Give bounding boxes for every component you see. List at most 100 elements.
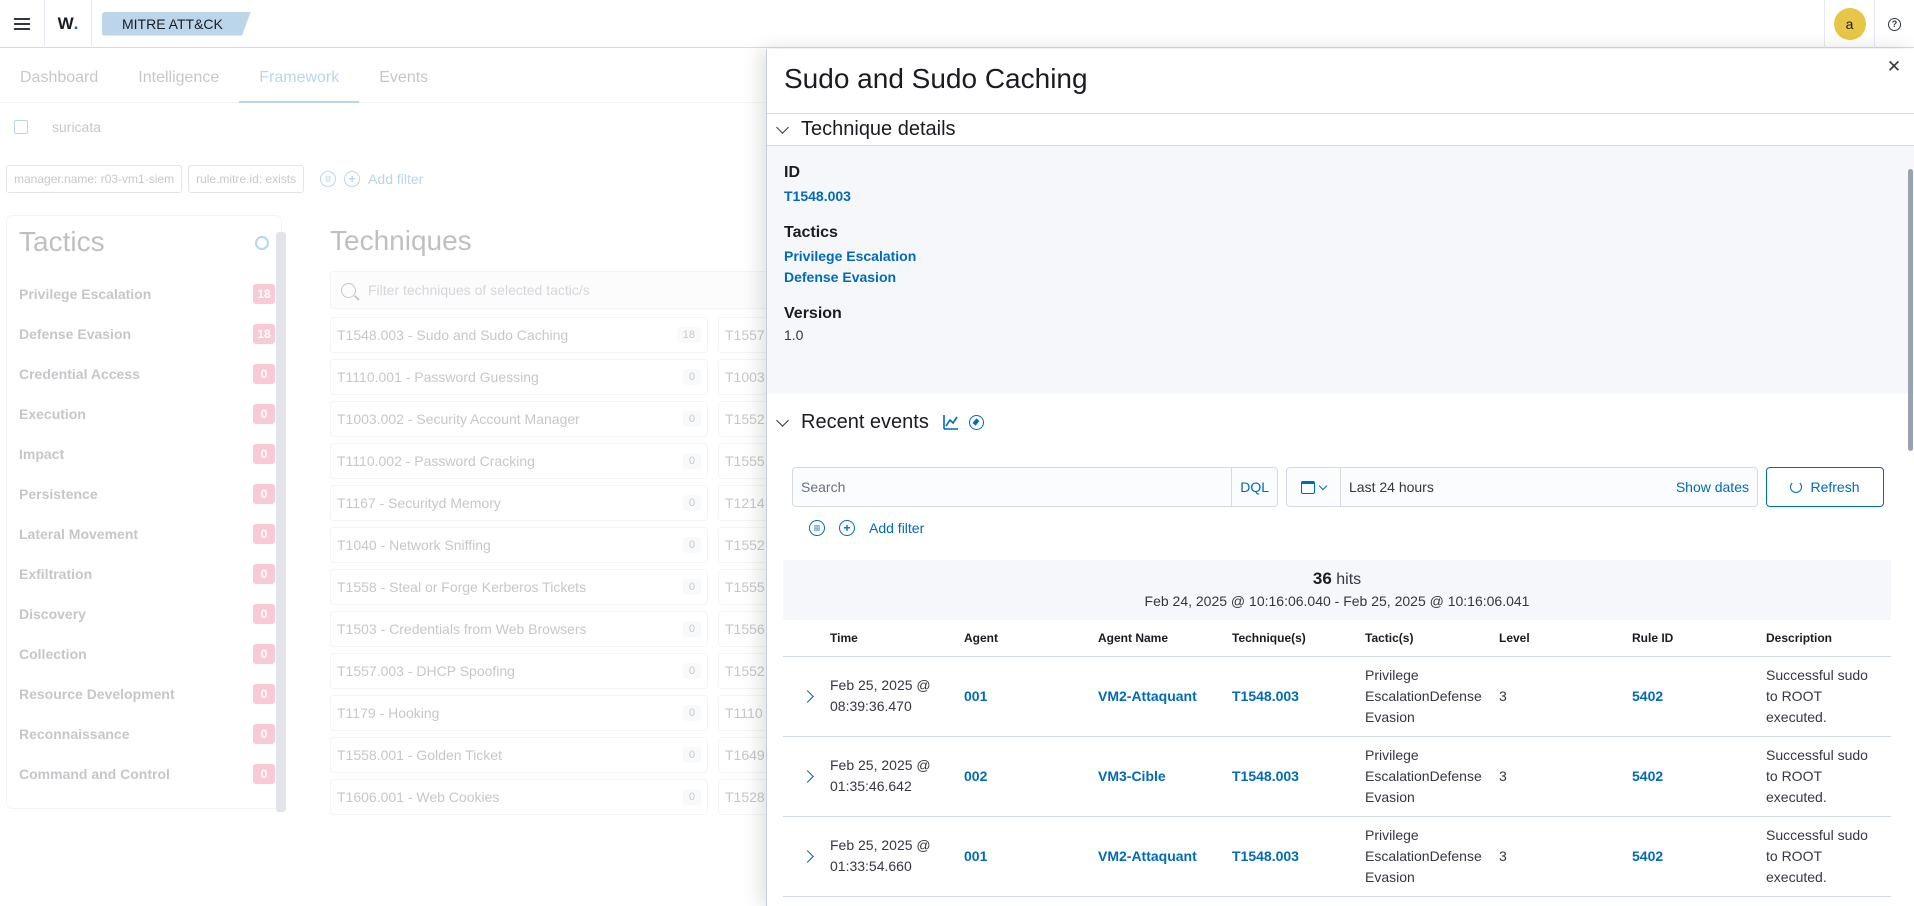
tactic-item[interactable]: Impact 0	[17, 434, 275, 474]
app-logo[interactable]: W.	[44, 0, 92, 48]
menu-button[interactable]	[0, 0, 44, 48]
techniques-search[interactable]: Filter techniques of selected tactic/s	[330, 271, 770, 309]
main-tabs: Dashboard Intelligence Framework Events	[0, 49, 780, 103]
column-header[interactable]: Tactic(s)	[1357, 620, 1491, 657]
expand-cell[interactable]	[783, 816, 822, 897]
filter-icon[interactable]: ≡	[809, 520, 825, 536]
tactic-item[interactable]: Credential Access 0	[17, 354, 275, 394]
logo-text: W	[57, 13, 74, 33]
tactic-link[interactable]: Privilege Escalation	[784, 246, 1898, 267]
tactic-item[interactable]: Defense Evasion 18	[17, 314, 275, 354]
tactic-count-badge: 0	[253, 724, 275, 744]
cell-rule-id[interactable]: 5402	[1624, 656, 1758, 737]
discover-icon[interactable]	[968, 414, 984, 430]
visualize-icon[interactable]	[943, 414, 959, 430]
tab-events[interactable]: Events	[359, 49, 448, 103]
technique-item[interactable]: T1558.001 - Golden Ticket 0	[330, 737, 708, 773]
tactic-item[interactable]: Lateral Movement 0	[17, 514, 275, 554]
cell-agent[interactable]: 001	[956, 656, 1090, 737]
show-dates-link[interactable]: Show dates	[1676, 479, 1757, 495]
tactic-name: Privilege Escalation	[19, 286, 152, 302]
technique-item[interactable]: T1179 - Hooking 0	[330, 695, 708, 731]
technique-item[interactable]: T1040 - Network Sniffing 0	[330, 527, 708, 563]
cell-agent[interactable]: 002	[956, 736, 1090, 817]
gear-icon[interactable]	[255, 236, 269, 250]
refresh-button[interactable]: Refresh	[1766, 467, 1884, 507]
technique-item[interactable]: T1557.003 - DHCP Spoofing 0	[330, 653, 708, 689]
tactic-item[interactable]: Persistence 0	[17, 474, 275, 514]
tab-dashboard[interactable]: Dashboard	[0, 49, 118, 103]
refresh-icon	[1790, 481, 1803, 493]
technique-item[interactable]: T1503 - Credentials from Web Browsers 0	[330, 611, 708, 647]
date-range[interactable]: Last 24 hours	[1341, 479, 1676, 495]
cell-technique[interactable]: T1548.003	[1224, 656, 1357, 737]
add-filter-button[interactable]: ≡ + Add filter	[320, 171, 423, 187]
column-header[interactable]: Rule ID	[1624, 620, 1758, 657]
tactic-link[interactable]: Defense Evasion	[784, 267, 1898, 288]
flyout-filter-bar[interactable]: ≡ + Add filter	[809, 520, 924, 536]
technique-item[interactable]: T1548.003 - Sudo and Sudo Caching 18	[330, 317, 708, 353]
cell-agent-name[interactable]: VM3-Cible	[1090, 736, 1224, 817]
tactic-item[interactable]: Exfiltration 0	[17, 554, 275, 594]
tactic-item[interactable]: Discovery 0	[17, 594, 275, 634]
index-icon[interactable]	[14, 120, 28, 134]
cell-technique[interactable]: T1548.003	[1224, 816, 1357, 897]
avatar[interactable]: a	[1833, 8, 1866, 40]
technique-details-header[interactable]: Technique details	[767, 113, 1914, 146]
column-header[interactable]: Time	[822, 620, 956, 657]
technique-item[interactable]: T1606.001 - Web Cookies 0	[330, 779, 708, 815]
tactic-item[interactable]: Execution 0	[17, 394, 275, 434]
cell-description: Successful sudo to ROOT executed.	[1758, 656, 1891, 737]
cell-technique[interactable]: T1548.003	[1224, 736, 1357, 817]
technique-label: T1548.003 - Sudo and Sudo Caching	[337, 327, 569, 343]
column-header[interactable]: Technique(s)	[1224, 620, 1357, 657]
cell-rule-id[interactable]: 5402	[1624, 816, 1758, 897]
add-filter-label[interactable]: Add filter	[869, 520, 924, 536]
technique-item[interactable]: T1558 - Steal or Forge Kerberos Tickets 0	[330, 569, 708, 605]
column-header[interactable]: Agent	[956, 620, 1090, 657]
tactic-name: Impact	[19, 446, 65, 462]
tactic-item[interactable]: Reconnaissance 0	[17, 714, 275, 754]
tab-framework[interactable]: Framework	[239, 49, 360, 103]
tactic-item[interactable]: Resource Development 0	[17, 674, 275, 714]
tactic-name: Persistence	[19, 486, 98, 502]
tactic-item[interactable]: Command and Control 0	[17, 754, 275, 794]
technique-item[interactable]: T1110.002 - Password Cracking 0	[330, 443, 708, 479]
cell-agent-name[interactable]: VM2-Attaquant	[1090, 816, 1224, 897]
tactic-item[interactable]: Privilege Escalation 18	[17, 274, 275, 314]
technique-id-link[interactable]: T1548.003	[784, 186, 1898, 207]
recent-events-header[interactable]: Recent events	[767, 407, 1914, 437]
expand-cell[interactable]	[783, 656, 822, 737]
technique-count: 0	[682, 453, 701, 469]
refresh-label: Refresh	[1810, 479, 1860, 495]
close-icon[interactable]: ✕	[1886, 58, 1902, 75]
cell-tactics: Privilege EscalationDefense Evasion	[1357, 656, 1491, 737]
user-menu[interactable]: a	[1824, 0, 1874, 48]
technique-count: 0	[682, 747, 701, 763]
technique-item[interactable]: T1110.001 - Password Guessing 0	[330, 359, 708, 395]
filter-pill[interactable]: manager.name: r03-vm1-siem	[6, 165, 183, 193]
index-pattern[interactable]: suricata	[52, 119, 101, 135]
tactic-name: Lateral Movement	[19, 526, 139, 542]
search-input[interactable]	[793, 468, 1232, 506]
dql-button[interactable]: DQL	[1231, 468, 1277, 506]
expand-cell[interactable]	[783, 736, 822, 817]
quick-menu-button[interactable]	[1287, 468, 1341, 506]
column-header[interactable]: Description	[1758, 620, 1891, 657]
cell-agent[interactable]: 001	[956, 816, 1090, 897]
column-header[interactable]: Agent Name	[1090, 620, 1224, 657]
column-header[interactable]: Level	[1491, 620, 1624, 657]
tab-intelligence[interactable]: Intelligence	[118, 49, 239, 103]
technique-item[interactable]: T1167 - Securityd Memory 0	[330, 485, 708, 521]
technique-label: T1557.003 - DHCP Spoofing	[337, 663, 515, 679]
add-filter-label: Add filter	[368, 171, 424, 187]
hits-count: 36	[1312, 569, 1332, 588]
tactic-item[interactable]: Collection 0	[17, 634, 275, 674]
cell-rule-id[interactable]: 5402	[1624, 736, 1758, 817]
tactics-scrollbar[interactable]	[276, 232, 286, 812]
help-button[interactable]: ?	[1874, 0, 1914, 48]
technique-item[interactable]: T1003.002 - Security Account Manager 0	[330, 401, 708, 437]
breadcrumb[interactable]: MITRE ATT&CK	[102, 11, 251, 36]
filter-pill[interactable]: rule.mitre.id: exists	[188, 165, 305, 193]
cell-agent-name[interactable]: VM2-Attaquant	[1090, 656, 1224, 737]
